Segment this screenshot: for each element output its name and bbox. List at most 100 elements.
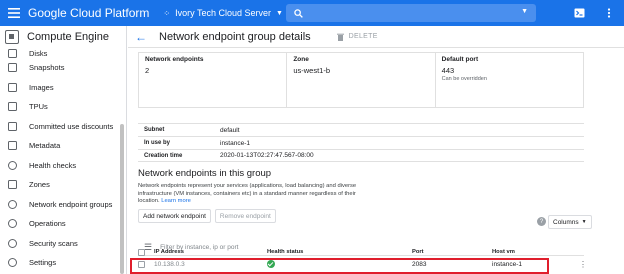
endpoints-label: Network endpoints bbox=[145, 56, 204, 63]
in-use-label: In use by bbox=[144, 140, 171, 146]
sidebar-item-health-checks[interactable]: Health checks bbox=[0, 156, 126, 176]
creation-time-label: Creation time bbox=[144, 152, 183, 159]
sidebar-item-disks[interactable]: Disks bbox=[0, 48, 126, 58]
zones-icon bbox=[8, 180, 17, 190]
port-note: Can be overridden bbox=[441, 76, 487, 82]
ip-address-header[interactable]: IP Address bbox=[150, 249, 267, 255]
sidebar-item-label: Security scans bbox=[29, 238, 78, 248]
delete-label: DELETE bbox=[348, 33, 378, 40]
row-checkbox[interactable] bbox=[138, 261, 145, 268]
section-description: Network endpoints represent your service… bbox=[138, 183, 368, 206]
sidebar-title: Compute Engine bbox=[27, 31, 109, 43]
health-status-header[interactable]: Health status bbox=[267, 249, 412, 255]
in-use-row: In use by instance-1 bbox=[138, 136, 584, 149]
health-check-icon bbox=[8, 160, 17, 170]
chevron-down-icon: ▼ bbox=[276, 9, 283, 17]
cloud-shell-icon[interactable] bbox=[572, 6, 586, 20]
ip-address-cell: 10.138.0.3 bbox=[154, 261, 185, 268]
sidebar-header: Compute Engine bbox=[0, 26, 126, 48]
sidebar-item-label: Disks bbox=[29, 49, 48, 58]
sidebar-item-network-endpoint-groups[interactable]: Network endpoint groups bbox=[0, 195, 126, 215]
chevron-down-icon: ▼ bbox=[581, 219, 587, 225]
trash-icon bbox=[336, 33, 344, 41]
percent-icon bbox=[8, 121, 17, 131]
sidebar-item-committed-use[interactable]: Committed use discounts bbox=[0, 117, 126, 137]
sidebar-item-label: Zones bbox=[29, 180, 50, 190]
search-input[interactable]: ▼ bbox=[286, 4, 536, 22]
brand-title[interactable]: Google Cloud Platform bbox=[28, 6, 149, 20]
sidebar-item-label: TPUs bbox=[29, 102, 48, 112]
sidebar-item-label: Network endpoint groups bbox=[29, 199, 113, 209]
search-dropdown-icon[interactable]: ▼ bbox=[521, 8, 528, 15]
image-icon bbox=[8, 82, 17, 92]
settings-icon bbox=[8, 258, 17, 268]
select-all-checkbox[interactable] bbox=[138, 248, 145, 256]
columns-button[interactable]: Columns ▼ bbox=[548, 215, 592, 229]
sidebar-item-snapshots[interactable]: Snapshots bbox=[0, 58, 126, 78]
endpoints-table: IP Address Health status Port Host vm 10… bbox=[138, 246, 616, 271]
sidebar-item-label: Images bbox=[29, 82, 54, 92]
sidebar: Compute Engine Disks Snapshots Images TP… bbox=[0, 26, 127, 274]
zone-card: Zone us-west1-b bbox=[287, 53, 436, 107]
sidebar-item-metadata[interactable]: Metadata bbox=[0, 136, 126, 156]
port-header[interactable]: Port bbox=[412, 249, 492, 255]
sidebar-item-operations[interactable]: Operations bbox=[0, 214, 126, 234]
subnet-label: Subnet bbox=[144, 127, 165, 133]
sidebar-item-label: Settings bbox=[29, 258, 57, 268]
sidebar-scrollbar[interactable] bbox=[120, 124, 124, 274]
page-header: ← Network endpoint group details DELETE bbox=[128, 26, 624, 48]
more-vert-icon[interactable]: ⋮ bbox=[579, 260, 587, 269]
sidebar-item-settings[interactable]: Settings bbox=[0, 253, 126, 273]
port-label: Default port bbox=[441, 56, 479, 63]
host-vm-cell[interactable]: instance-1 bbox=[492, 261, 587, 268]
page-title: Network endpoint group details bbox=[159, 30, 311, 43]
zone-label: Zone bbox=[293, 56, 309, 63]
snapshot-icon bbox=[8, 63, 17, 73]
endpoints-card: Network endpoints 2 bbox=[139, 53, 288, 107]
port-cell: 2083 bbox=[412, 261, 427, 268]
security-scan-icon bbox=[8, 238, 17, 248]
sidebar-item-label: Committed use discounts bbox=[29, 121, 114, 131]
remove-endpoint-button[interactable]: Remove endpoint bbox=[214, 209, 276, 223]
table-row[interactable]: 10.138.0.3 2083 instance-1 ⋮ bbox=[138, 258, 616, 271]
delete-button[interactable]: DELETE bbox=[336, 33, 378, 41]
sidebar-item-images[interactable]: Images bbox=[0, 78, 126, 98]
creation-time-value: 2020-01-13T02:27:47.567-08:00 bbox=[220, 152, 314, 159]
search-icon bbox=[294, 8, 303, 18]
endpoints-value: 2 bbox=[145, 66, 150, 75]
add-network-endpoint-button[interactable]: Add network endpoint bbox=[138, 209, 211, 223]
subnet-value: default bbox=[220, 126, 240, 134]
columns-label: Columns bbox=[553, 218, 579, 226]
sidebar-item-label: Snapshots bbox=[29, 63, 65, 73]
help-icon[interactable]: ? bbox=[537, 217, 546, 226]
creation-time-row: Creation time 2020-01-13T02:27:47.567-08… bbox=[138, 149, 584, 162]
port-card: Default port 443 Can be overridden bbox=[436, 53, 583, 107]
table-header: IP Address Health status Port Host vm bbox=[138, 246, 616, 258]
sidebar-item-zones[interactable]: Zones bbox=[0, 175, 126, 195]
compute-engine-icon bbox=[5, 30, 19, 44]
zone-value: us-west1-b bbox=[293, 66, 331, 75]
summary-cards: Network endpoints 2 Zone us-west1-b Defa… bbox=[138, 52, 584, 108]
sidebar-item-label: Operations bbox=[29, 219, 66, 229]
host-vm-header[interactable]: Host vm bbox=[492, 249, 587, 255]
tpu-icon bbox=[8, 102, 17, 112]
sidebar-item-tpus[interactable]: TPUs bbox=[0, 97, 126, 117]
sidebar-item-label: Metadata bbox=[29, 141, 61, 151]
network-endpoint-icon bbox=[8, 199, 17, 209]
in-use-value[interactable]: instance-1 bbox=[220, 140, 250, 147]
metadata-icon bbox=[8, 141, 17, 151]
disk-icon bbox=[8, 49, 17, 58]
learn-more-link[interactable]: Learn more bbox=[161, 198, 191, 204]
sidebar-item-label: Health checks bbox=[29, 160, 77, 170]
main-content: ← Network endpoint group details DELETE … bbox=[128, 26, 624, 274]
section-title: Network endpoints in this group bbox=[138, 168, 272, 179]
details-table: Subnet default In use by instance-1 Crea… bbox=[138, 123, 584, 162]
back-arrow-icon[interactable]: ← bbox=[135, 30, 147, 44]
sidebar-item-security-scans[interactable]: Security scans bbox=[0, 234, 126, 254]
menu-icon[interactable] bbox=[4, 0, 24, 26]
operations-icon bbox=[8, 219, 17, 229]
health-status-cell bbox=[267, 259, 412, 270]
notifications-icon[interactable] bbox=[602, 6, 616, 20]
project-selector[interactable]: ⁘ Ivory Tech Cloud Server ▼ bbox=[163, 8, 283, 18]
healthy-check-icon bbox=[267, 259, 275, 268]
